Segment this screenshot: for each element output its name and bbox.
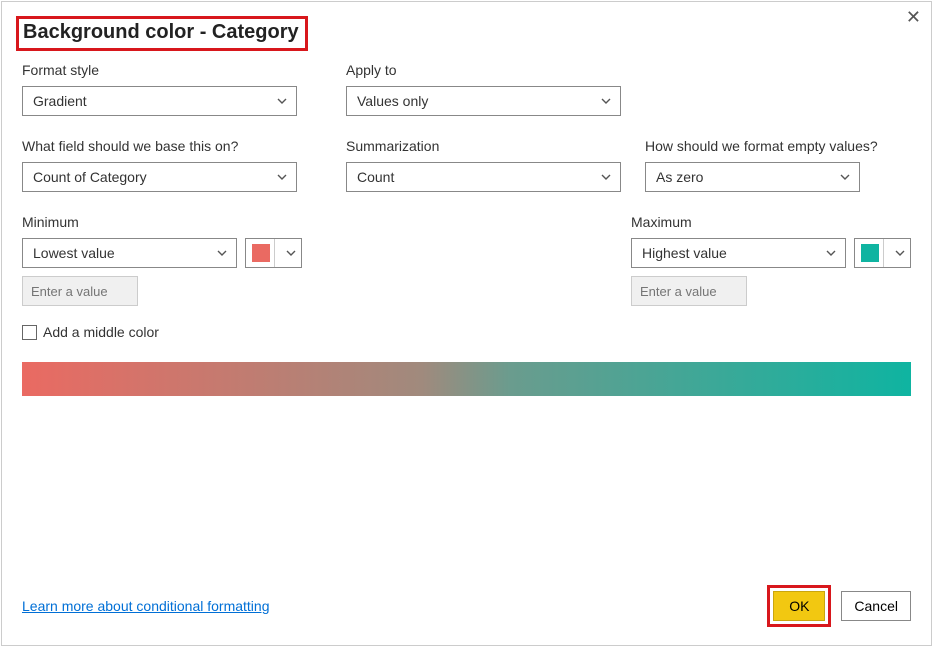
- based-on-field: What field should we base this on? Count…: [22, 138, 322, 192]
- minmax-row: Minimum Lowest value Maximu: [22, 214, 911, 306]
- empty-format-label: How should we format empty values?: [645, 138, 910, 154]
- based-on-dropdown[interactable]: Count of Category: [22, 162, 297, 192]
- summarization-field: Summarization Count: [346, 138, 621, 192]
- maximum-color-swatch: [861, 244, 879, 262]
- minimum-color-picker[interactable]: [245, 238, 302, 268]
- close-button[interactable]: ✕: [906, 8, 921, 26]
- minimum-dropdown[interactable]: Lowest value: [22, 238, 237, 268]
- title-highlight: Background color - Category: [16, 16, 308, 51]
- format-style-dropdown[interactable]: Gradient: [22, 86, 297, 116]
- dialog-footer: Learn more about conditional formatting …: [22, 585, 911, 627]
- cancel-button[interactable]: Cancel: [841, 591, 911, 621]
- row-1: Format style Gradient Apply to Values on…: [22, 62, 911, 116]
- minimum-block: Minimum Lowest value: [22, 214, 302, 306]
- format-style-value: Gradient: [33, 93, 87, 109]
- minimum-value-input[interactable]: [22, 276, 138, 306]
- empty-format-field: How should we format empty values? As ze…: [645, 138, 910, 192]
- apply-to-label: Apply to: [346, 62, 621, 78]
- maximum-dropdown[interactable]: Highest value: [631, 238, 846, 268]
- color-picker-split: [883, 239, 910, 267]
- apply-to-value: Values only: [357, 93, 428, 109]
- maximum-block: Maximum Highest value: [631, 214, 911, 306]
- ok-highlight: OK: [767, 585, 831, 627]
- based-on-label: What field should we base this on?: [22, 138, 322, 154]
- summarization-value: Count: [357, 169, 394, 185]
- minimum-controls: Lowest value: [22, 238, 302, 268]
- summarization-dropdown[interactable]: Count: [346, 162, 621, 192]
- dialog-content: Format style Gradient Apply to Values on…: [22, 62, 911, 396]
- gradient-preview: [22, 362, 911, 396]
- based-on-value: Count of Category: [33, 169, 147, 185]
- middle-color-row: Add a middle color: [22, 324, 911, 340]
- empty-format-value: As zero: [656, 169, 703, 185]
- maximum-controls: Highest value: [631, 238, 911, 268]
- learn-more-link[interactable]: Learn more about conditional formatting: [22, 598, 269, 614]
- chevron-down-icon: [276, 171, 288, 183]
- row-2: What field should we base this on? Count…: [22, 138, 911, 192]
- apply-to-dropdown[interactable]: Values only: [346, 86, 621, 116]
- chevron-down-icon: [825, 247, 837, 259]
- chevron-down-icon: [600, 171, 612, 183]
- chevron-down-icon: [216, 247, 228, 259]
- ok-button[interactable]: OK: [773, 591, 825, 621]
- maximum-value: Highest value: [642, 245, 727, 261]
- chevron-down-icon: [600, 95, 612, 107]
- middle-color-label: Add a middle color: [43, 324, 159, 340]
- apply-to-field: Apply to Values only: [346, 62, 621, 116]
- maximum-label: Maximum: [631, 214, 911, 230]
- chevron-down-icon: [276, 95, 288, 107]
- summarization-label: Summarization: [346, 138, 621, 154]
- empty-format-dropdown[interactable]: As zero: [645, 162, 860, 192]
- dialog-title: Background color - Category: [23, 21, 299, 44]
- maximum-color-picker[interactable]: [854, 238, 911, 268]
- conditional-formatting-dialog: ✕ Background color - Category Format sty…: [1, 1, 932, 646]
- chevron-down-icon: [839, 171, 851, 183]
- footer-buttons: OK Cancel: [767, 585, 911, 627]
- chevron-down-icon: [285, 247, 297, 259]
- minimum-color-swatch: [252, 244, 270, 262]
- format-style-label: Format style: [22, 62, 322, 78]
- format-style-field: Format style Gradient: [22, 62, 322, 116]
- chevron-down-icon: [894, 247, 906, 259]
- minimum-label: Minimum: [22, 214, 302, 230]
- maximum-value-input[interactable]: [631, 276, 747, 306]
- color-picker-split: [274, 239, 301, 267]
- close-icon: ✕: [906, 7, 921, 27]
- middle-color-checkbox[interactable]: [22, 325, 37, 340]
- minimum-value: Lowest value: [33, 245, 115, 261]
